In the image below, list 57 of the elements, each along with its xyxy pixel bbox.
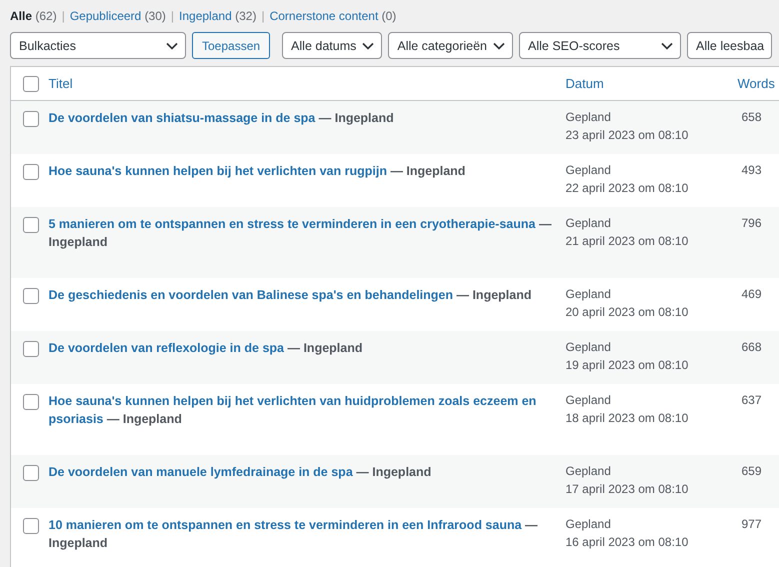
post-title[interactable]: Hoe sauna's kunnen helpen bij het verlichten van huidproblemen zoals eczeem en psoriasis — Ingepland	[48, 392, 556, 428]
separator: |	[170, 9, 174, 23]
dropdown[interactable]: Alle leesbaa	[687, 32, 772, 59]
filter-link[interactable]: Cornerstone content (0)	[270, 9, 396, 23]
post-status: Gepland	[566, 463, 612, 480]
row-checkbox[interactable]	[23, 465, 39, 481]
word-count: 637	[740, 392, 763, 409]
column-header[interactable]: Datum	[566, 76, 604, 91]
row-checkbox[interactable]	[23, 394, 39, 410]
post-date: 19 april 2023 om 08:10	[566, 356, 690, 374]
post-date: 22 april 2023 om 08:10	[566, 180, 690, 196]
post-status: Gepland	[566, 162, 612, 179]
chevron-down-icon	[661, 42, 674, 50]
dropdown[interactable]: Bulkacties	[10, 32, 186, 59]
chevron-down-icon	[166, 42, 178, 50]
post-date: 23 april 2023 om 08:10	[566, 126, 690, 144]
row-checkbox[interactable]	[23, 111, 39, 127]
post-status: Gepland	[566, 109, 612, 126]
word-count: 796	[740, 215, 763, 232]
dropdown[interactable]: Alle datums	[282, 32, 382, 59]
row-checkbox[interactable]	[23, 518, 39, 534]
word-count: 977	[740, 516, 763, 533]
chevron-down-icon	[493, 42, 506, 50]
filter-link[interactable]: Gepubliceerd (30)	[70, 9, 166, 23]
filter-link[interactable]: Alle (62)	[10, 9, 57, 23]
column-header[interactable]: Words	[738, 76, 775, 91]
post-date: 18 april 2023 om 08:10	[566, 410, 690, 426]
post-date: 20 april 2023 om 08:10	[566, 304, 690, 320]
word-count: 493	[740, 162, 763, 179]
post-title[interactable]: 10 manieren om te ontspannen en stress te verminderen in een Infrarood sauna — Ingepland	[48, 516, 556, 552]
post-title[interactable]: Hoe sauna's kunnen helpen bij het verlichten van rugpijn — Ingepland	[48, 162, 556, 180]
row-checkbox[interactable]	[23, 341, 39, 357]
filter-link[interactable]: Ingepland (32)	[179, 9, 256, 23]
chevron-down-icon	[362, 42, 374, 50]
word-count: 668	[740, 339, 763, 356]
column-header[interactable]: Titel	[48, 76, 73, 91]
dropdown[interactable]: Alle SEO-scores	[519, 32, 682, 59]
word-count: 658	[740, 109, 763, 126]
post-status: Gepland	[566, 339, 612, 356]
apply-button[interactable]: Toepassen	[192, 32, 270, 59]
post-date: 17 april 2023 om 08:10	[566, 480, 690, 498]
post-date: 16 april 2023 om 08:10	[566, 534, 690, 550]
post-status: Gepland	[566, 286, 612, 303]
post-status: Gepland	[566, 392, 612, 409]
post-date: 21 april 2023 om 08:10	[566, 232, 690, 250]
post-title[interactable]: De geschiedenis en voordelen van Balinese spa's en behandelingen — Ingepland	[48, 286, 556, 304]
separator: |	[62, 9, 65, 23]
row-checkbox[interactable]	[23, 217, 39, 233]
word-count: 469	[740, 286, 763, 303]
word-count: 659	[740, 463, 763, 480]
separator: |	[261, 9, 265, 23]
select-all-checkbox[interactable]	[23, 76, 39, 92]
post-status: Gepland	[566, 516, 612, 533]
dropdown[interactable]: Alle categorieën	[388, 32, 514, 59]
row-checkbox[interactable]	[23, 288, 39, 304]
row-checkbox[interactable]	[23, 164, 39, 180]
post-status: Gepland	[566, 215, 612, 232]
